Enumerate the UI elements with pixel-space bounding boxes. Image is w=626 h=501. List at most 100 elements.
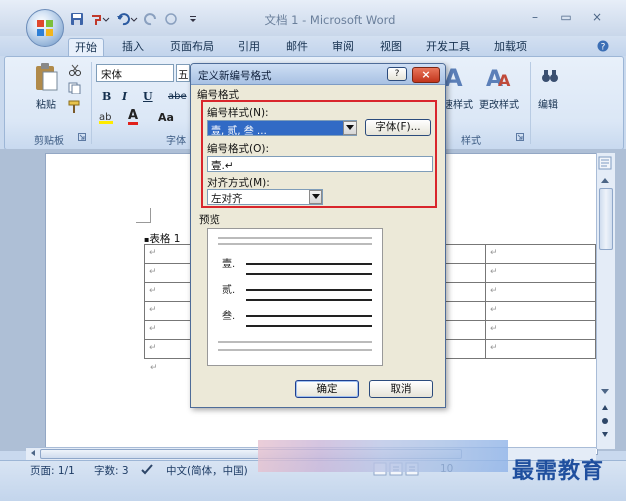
preview-line xyxy=(218,237,372,239)
qat-customize-icon[interactable] xyxy=(188,12,198,26)
preview-label: 预览 xyxy=(199,214,220,226)
scroll-down-icon[interactable] xyxy=(598,386,612,398)
number-format-input[interactable]: 壹.↵ xyxy=(207,156,433,172)
dialog-help-button[interactable]: ? xyxy=(387,67,407,81)
quick-styles-icon[interactable]: A xyxy=(444,62,470,90)
table-cell[interactable]: ↵ xyxy=(144,244,192,264)
table-cell[interactable]: ↵ xyxy=(485,301,596,321)
font-button[interactable]: 字体(F)... xyxy=(365,119,431,136)
table-cell[interactable]: ↵ xyxy=(485,244,596,264)
tab-insert[interactable]: 插入 xyxy=(116,38,150,55)
scroll-thumb[interactable] xyxy=(599,188,613,250)
tab-mailings[interactable]: 邮件 xyxy=(280,38,314,55)
minimize-button[interactable]: – xyxy=(527,10,543,24)
format-painter-qat-icon[interactable] xyxy=(90,12,110,26)
previous-page-icon[interactable] xyxy=(598,402,612,412)
font-color-button[interactable]: A xyxy=(128,109,139,125)
ruler-toggle-icon[interactable] xyxy=(598,156,612,170)
tab-home[interactable]: 开始 xyxy=(68,38,104,56)
clipboard-launcher-icon[interactable] xyxy=(78,133,86,141)
find-binoculars-icon[interactable] xyxy=(540,66,560,86)
cell-end-mark: ↵ xyxy=(490,343,498,353)
preview-line xyxy=(246,325,372,327)
scroll-left-icon[interactable] xyxy=(28,448,38,458)
change-case-button[interactable]: Aa xyxy=(158,111,174,124)
preview-number-2: 贰. xyxy=(222,285,236,296)
select-browse-object-icon[interactable] xyxy=(598,416,612,426)
highlight-icon[interactable]: ab xyxy=(98,110,120,124)
language-status[interactable]: 中文(简体，中国) xyxy=(166,463,248,478)
cell-end-mark: ↵ xyxy=(149,248,157,258)
change-styles-button[interactable]: 更改样式 xyxy=(479,96,519,111)
cell-end-mark: ↵ xyxy=(149,305,157,315)
tab-addins[interactable]: 加载项 xyxy=(488,38,533,55)
undo-icon[interactable] xyxy=(116,12,138,26)
group-divider xyxy=(530,62,531,144)
watermark-band xyxy=(258,440,508,472)
number-style-select[interactable]: 壹, 贰, 叁 … xyxy=(207,120,357,137)
maximize-button[interactable]: ▭ xyxy=(558,10,574,24)
close-button[interactable]: × xyxy=(589,10,605,24)
copy-icon[interactable] xyxy=(68,82,82,94)
table-cell[interactable]: ↵ xyxy=(485,282,596,302)
word-count[interactable]: 字数: 3 xyxy=(94,463,129,478)
preview-line xyxy=(218,341,372,343)
number-style-dropdown[interactable] xyxy=(343,121,357,135)
tab-page-layout[interactable]: 页面布局 xyxy=(164,38,220,55)
svg-text:A: A xyxy=(498,71,511,90)
table-cell[interactable]: ↵ xyxy=(144,263,192,283)
ok-button[interactable]: 确定 xyxy=(295,380,359,398)
font-size-box[interactable]: 五 xyxy=(176,64,190,82)
strikethrough-button[interactable]: abe xyxy=(168,91,187,102)
scroll-up-icon[interactable] xyxy=(598,174,612,186)
save-icon[interactable] xyxy=(70,12,84,26)
cancel-button[interactable]: 取消 xyxy=(369,380,433,398)
table-cell[interactable]: ↵ xyxy=(144,282,192,302)
svg-text:?: ? xyxy=(601,43,606,53)
table-cell[interactable]: ↵ xyxy=(144,301,192,321)
preview-line xyxy=(246,299,372,301)
dialog-close-button[interactable]: × xyxy=(412,67,440,83)
table-cell[interactable]: ↵ xyxy=(485,339,596,359)
next-page-icon[interactable] xyxy=(598,430,612,440)
font-name-box[interactable]: 宋体 xyxy=(96,64,174,82)
cell-end-mark: ↵ xyxy=(490,267,498,277)
cell-end-mark: ↵ xyxy=(490,248,498,258)
paste-icon[interactable] xyxy=(34,62,60,94)
tab-references[interactable]: 引用 xyxy=(232,38,266,55)
clipboard-group-label: 剪贴板 xyxy=(34,136,64,147)
preview-number-3: 叁. xyxy=(222,311,236,322)
paragraph-mark: ↵ xyxy=(150,363,158,373)
bold-button[interactable]: B xyxy=(102,90,111,103)
cut-icon[interactable] xyxy=(68,64,82,76)
office-button[interactable] xyxy=(26,9,64,47)
table-cell[interactable]: ↵ xyxy=(485,263,596,283)
chevron-down-icon xyxy=(346,125,354,130)
refresh-icon[interactable] xyxy=(163,12,179,26)
proofing-icon[interactable] xyxy=(140,462,154,476)
watermark-text: 最需教育 xyxy=(512,459,605,484)
cell-end-mark: ↵ xyxy=(149,267,157,277)
alignment-dropdown[interactable] xyxy=(309,190,322,204)
help-icon[interactable]: ? xyxy=(597,40,609,52)
styles-group-label: 样式 xyxy=(461,136,481,147)
alignment-select[interactable]: 左对齐 xyxy=(207,189,323,205)
paste-button[interactable]: 粘贴 xyxy=(36,96,56,111)
edit-button[interactable]: 编辑 xyxy=(538,96,558,111)
styles-launcher-icon[interactable] xyxy=(516,133,524,141)
italic-button[interactable]: I xyxy=(122,90,127,103)
cell-end-mark: ↵ xyxy=(490,305,498,315)
table-cell[interactable]: ↵ xyxy=(485,320,596,340)
redo-icon[interactable] xyxy=(144,12,158,26)
table-cell[interactable]: ↵ xyxy=(144,339,192,359)
underline-button[interactable]: U xyxy=(143,90,153,103)
table-cell[interactable]: ↵ xyxy=(144,320,192,340)
tab-developer[interactable]: 开发工具 xyxy=(420,38,476,55)
change-styles-icon[interactable]: A A xyxy=(486,62,516,90)
quick-styles-button[interactable]: 速样式 xyxy=(443,96,473,111)
format-painter-icon[interactable] xyxy=(68,100,82,114)
tab-view[interactable]: 视图 xyxy=(374,38,408,55)
tab-review[interactable]: 审阅 xyxy=(326,38,360,55)
preview-line xyxy=(218,243,372,245)
page-count[interactable]: 页面: 1/1 xyxy=(30,463,75,478)
